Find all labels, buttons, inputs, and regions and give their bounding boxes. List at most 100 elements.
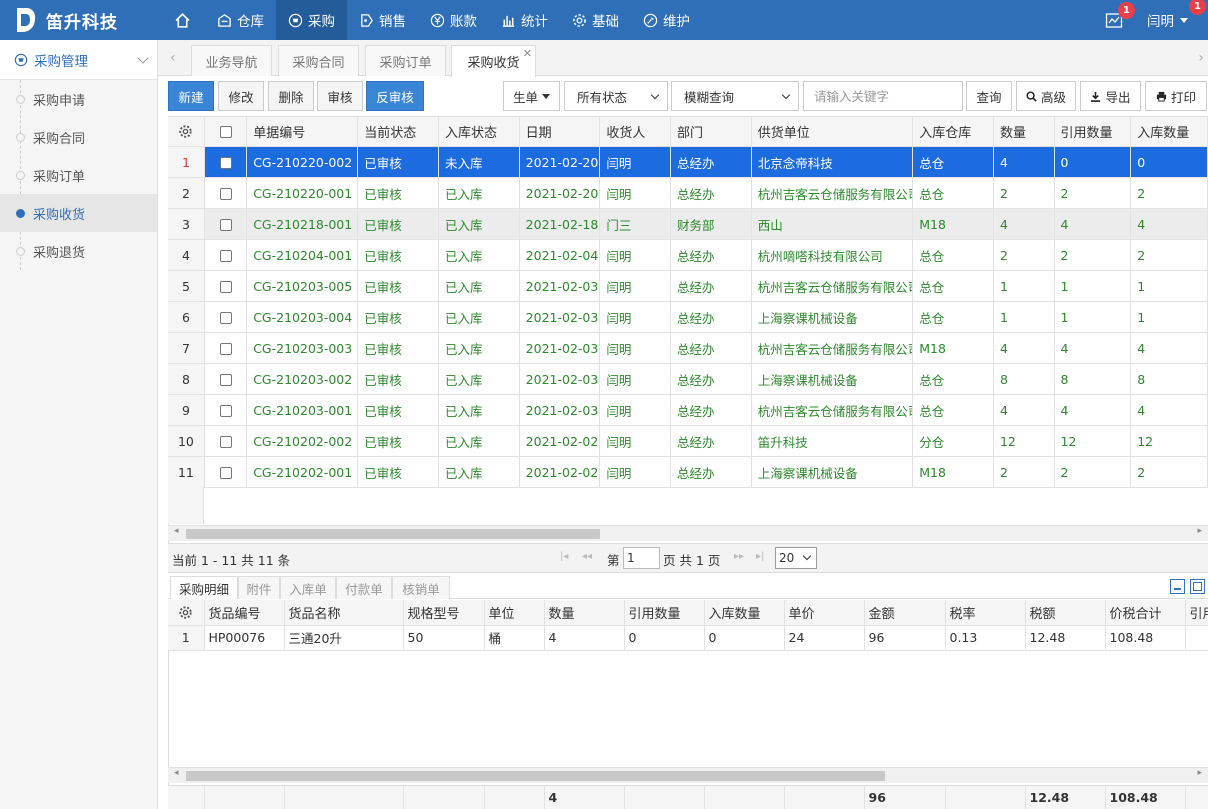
tab-purchase-contract[interactable]: 采购合同 (278, 45, 359, 76)
query-mode-select[interactable]: 模糊查询 (671, 81, 799, 111)
column-header[interactable]: 当前状态 (357, 116, 439, 147)
sidebar-item-purchase-contract[interactable]: 采购合同 (0, 118, 157, 156)
column-header[interactable]: 入库状态 (438, 116, 520, 147)
scroll-right-icon[interactable]: ▸ (1197, 768, 1202, 778)
select-all-checkbox[interactable] (204, 116, 248, 147)
page-input[interactable]: 1 (623, 547, 660, 569)
table-row[interactable]: 2 CG-210220-001 已审核 已入库 2021-02-20 闫明 总经办 杭州吉客云… (168, 177, 1208, 209)
row-checkbox[interactable] (204, 394, 248, 426)
keyword-input[interactable] (803, 81, 963, 111)
column-header[interactable]: 引用数量 (1054, 116, 1132, 147)
tab-attachments[interactable]: 附件 (238, 576, 280, 599)
column-header[interactable]: 货品名称 (284, 600, 404, 626)
tab-purchase-order[interactable]: 采购订单 (365, 45, 446, 76)
tab-stock-in[interactable]: 入库单 (280, 576, 336, 599)
sidebar-item-purchase-receipt[interactable]: 采购收货 (0, 194, 157, 232)
tab-business-nav[interactable]: 业务导航 (191, 45, 272, 76)
column-header[interactable]: 税率 (945, 600, 1026, 626)
row-checkbox[interactable] (204, 363, 248, 395)
table-row[interactable]: 5 CG-210203-005 已审核 已入库 2021-02-03 闫明 总经办 杭州吉客云… (168, 270, 1208, 302)
column-header[interactable]: 金额 (864, 600, 946, 626)
table-row[interactable]: 1 CG-210220-002 已审核 未入库 2021-02-20 闫明 总经办 北京念帝科… (168, 146, 1208, 178)
column-header[interactable]: 数量 (993, 116, 1055, 147)
row-checkbox[interactable] (204, 301, 248, 333)
nav-warehouse[interactable]: 仓库 (205, 0, 276, 40)
sidebar-item-purchase-request[interactable]: 采购申请 (0, 80, 157, 118)
scroll-right-icon[interactable]: ▸ (1197, 526, 1202, 536)
page-size-select[interactable]: 20 (775, 547, 817, 569)
new-button[interactable]: 新建 (168, 81, 214, 111)
sidebar-header[interactable]: 采购管理 (0, 40, 157, 80)
nav-accounts[interactable]: 账款 (418, 0, 489, 40)
column-header[interactable]: 税额 (1025, 600, 1106, 626)
app-logo[interactable]: 笛升科技 (0, 0, 160, 40)
column-header[interactable]: 入库数量 (704, 600, 785, 626)
unaudit-button[interactable]: 反审核 (366, 81, 424, 111)
nav-home[interactable] (160, 0, 205, 40)
next-page-icon[interactable]: ▸▸ (734, 551, 744, 562)
print-button[interactable]: 打印 (1145, 81, 1207, 111)
nav-basics[interactable]: 基础 (560, 0, 631, 40)
column-header[interactable]: 供货单位 (751, 116, 914, 147)
table-row[interactable]: 7 CG-210203-003 已审核 已入库 2021-02-03 闫明 总经办 杭州吉客云… (168, 332, 1208, 364)
row-checkbox[interactable] (204, 332, 248, 364)
row-checkbox[interactable] (204, 456, 248, 488)
row-checkbox[interactable] (204, 177, 248, 209)
audit-button[interactable]: 审核 (317, 81, 363, 111)
column-settings[interactable] (168, 116, 205, 147)
last-page-icon[interactable]: ▸| (756, 551, 764, 562)
column-header[interactable]: 日期 (519, 116, 601, 147)
sidebar-item-purchase-return[interactable]: 采购退货 (0, 232, 157, 270)
column-header[interactable]: 引用数量 (624, 600, 705, 626)
main-horizontal-scrollbar[interactable]: ◂ ▸ (168, 525, 1208, 541)
row-checkbox[interactable] (204, 239, 248, 271)
generate-button[interactable]: 生单 (503, 81, 560, 111)
table-row[interactable]: 8 CG-210203-002 已审核 已入库 2021-02-03 闫明 总经办 上海察课机… (168, 363, 1208, 395)
table-row[interactable]: 9 CG-210203-001 已审核 已入库 2021-02-03 闫明 总经办 杭州吉客云… (168, 394, 1208, 426)
column-header[interactable]: 单价 (784, 600, 865, 626)
table-row[interactable]: 10 CG-210202-002 已审核 已入库 2021-02-02 闫明 总经办 笛升科技… (168, 425, 1208, 457)
table-row[interactable]: 6 CG-210203-004 已审核 已入库 2021-02-03 闫明 总经办 上海察课机… (168, 301, 1208, 333)
tab-payment[interactable]: 付款单 (336, 576, 392, 599)
delete-button[interactable]: 删除 (268, 81, 314, 111)
column-header[interactable]: 入库仓库 (912, 116, 994, 147)
row-checkbox[interactable] (204, 208, 248, 240)
scroll-left-icon[interactable]: ◂ (174, 526, 179, 536)
column-header[interactable]: 收货人 (599, 116, 672, 147)
row-checkbox[interactable] (204, 146, 248, 178)
close-icon[interactable]: ✕ (523, 47, 532, 60)
tab-writeoff[interactable]: 核销单 (392, 576, 450, 599)
nav-purchase[interactable]: 采购 (276, 0, 347, 40)
scroll-left-icon[interactable]: ◂ (174, 768, 179, 778)
status-select[interactable]: 所有状态 (564, 81, 668, 111)
scroll-thumb[interactable] (186, 771, 885, 781)
column-header[interactable]: 单位 (484, 600, 545, 626)
row-checkbox[interactable] (204, 425, 248, 457)
minimize-icon[interactable] (1170, 579, 1185, 594)
column-header[interactable]: 入库数量 (1130, 116, 1208, 147)
first-page-icon[interactable]: |◂ (560, 551, 568, 562)
nav-stats[interactable]: 统计 (489, 0, 560, 40)
tab-purchase-detail[interactable]: 采购明细 (170, 576, 238, 599)
tab-purchase-receipt[interactable]: 采购收货 ✕ (451, 45, 536, 77)
nav-sales[interactable]: 销售 (347, 0, 418, 40)
column-header[interactable]: 单据编号 (246, 116, 359, 147)
search-button[interactable]: 查询 (966, 81, 1012, 111)
edit-button[interactable]: 修改 (218, 81, 264, 111)
maximize-icon[interactable] (1190, 579, 1205, 594)
sidebar-item-purchase-order[interactable]: 采购订单 (0, 156, 157, 194)
column-header[interactable]: 货品编号 (204, 600, 285, 626)
column-header[interactable]: 价税合计 (1105, 600, 1186, 626)
table-row[interactable]: 3 CG-210218-001 已审核 已入库 2021-02-18 门三 财务部 西山 M18… (168, 208, 1208, 240)
export-button[interactable]: 导出 (1080, 81, 1141, 111)
row-checkbox[interactable] (204, 270, 248, 302)
tab-scroll-right-icon[interactable]: › (1198, 50, 1204, 66)
prev-page-icon[interactable]: ◂◂ (582, 551, 592, 562)
nav-maintenance[interactable]: 维护 (631, 0, 702, 40)
table-row[interactable]: 1 HP00076 三通20升 50 桶 4 0 0 24 96 0.13 12.48 108.48 (168, 625, 1208, 651)
tab-scroll-left-icon[interactable]: ‹ (170, 50, 176, 66)
advanced-search-button[interactable]: 高级 (1016, 81, 1076, 111)
scroll-thumb[interactable] (186, 529, 600, 539)
detail-column-settings[interactable] (168, 600, 205, 626)
column-header[interactable]: 数量 (544, 600, 625, 626)
